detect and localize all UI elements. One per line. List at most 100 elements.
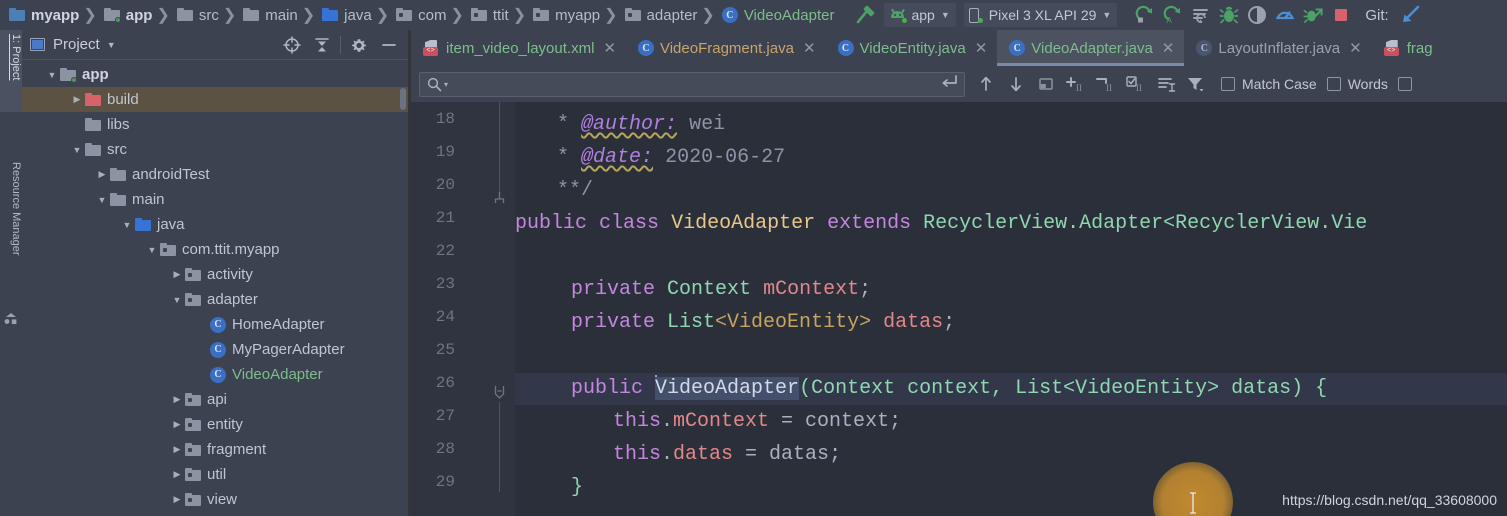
editor-tab-videoentity-java[interactable]: C VideoEntity.java ✕: [826, 30, 998, 66]
tool-window-project[interactable]: 1: Project: [0, 30, 22, 112]
fold-end-icon[interactable]: [494, 190, 505, 203]
find-next-button[interactable]: [1001, 69, 1031, 99]
breadcrumb-item-com[interactable]: com: [393, 3, 448, 27]
tree-item-mypageradapter[interactable]: C MyPagerAdapter: [22, 337, 408, 362]
tree-item-main[interactable]: ▼ main: [22, 187, 408, 212]
search-input[interactable]: ▾: [419, 71, 965, 97]
close-icon[interactable]: ✕: [975, 39, 988, 57]
breadcrumb-item-adapter[interactable]: adapter: [622, 3, 700, 27]
tree-item-activity[interactable]: ▶ activity: [22, 262, 408, 287]
collapse-all-icon[interactable]: [307, 31, 337, 59]
add-selection-icon[interactable]: II: [1061, 69, 1091, 99]
breadcrumb-item-myapp[interactable]: myapp: [530, 3, 602, 27]
breadcrumb-item-myapp[interactable]: myapp: [6, 3, 81, 27]
gear-icon[interactable]: [344, 31, 374, 59]
project-tree[interactable]: ▼ app ▶ build libs ▼ src ▶ androidTest ▼ main ▼ java…: [22, 60, 408, 512]
chevron-right-icon[interactable]: ▶: [69, 94, 85, 105]
tree-item-app[interactable]: ▼ app: [22, 62, 408, 87]
bug-icon[interactable]: [1215, 3, 1243, 27]
chevron-right-icon[interactable]: ▶: [169, 444, 185, 455]
search-history-chevron-icon[interactable]: ▾: [444, 80, 448, 89]
code-text[interactable]: */ * @author: wei * @date: 2020-06-27 **…: [515, 102, 1507, 516]
close-icon[interactable]: ✕: [1162, 39, 1175, 57]
chevron-right-icon[interactable]: ▶: [94, 169, 110, 180]
crosshair-icon[interactable]: [277, 31, 307, 59]
editor-tab-item-video-layout-xml[interactable]: <> item_video_layout.xml ✕: [411, 30, 626, 66]
tree-item-src[interactable]: ▼ src: [22, 137, 408, 162]
breadcrumb-item-src[interactable]: src: [174, 3, 221, 27]
fold-start-icon[interactable]: [494, 386, 505, 399]
chevron-down-icon[interactable]: ▼: [69, 145, 85, 155]
filter-lines-icon[interactable]: [1151, 69, 1181, 99]
editor-tab-videoadapter-java[interactable]: C VideoAdapter.java ✕: [997, 30, 1185, 66]
chevron-down-icon[interactable]: ▼: [94, 195, 110, 205]
tree-item-adapter[interactable]: ▼ adapter: [22, 287, 408, 312]
tree-item-java[interactable]: ▼ java: [22, 212, 408, 237]
chevron-down-icon[interactable]: ▼: [44, 70, 60, 80]
apply-changes-icon[interactable]: A: [1159, 3, 1187, 27]
tree-item-videoadapter[interactable]: C VideoAdapter: [22, 362, 408, 387]
tree-item-label: VideoAdapter: [232, 366, 323, 383]
chevron-down-icon[interactable]: ▼: [107, 40, 116, 50]
breadcrumb-item-app[interactable]: app: [101, 3, 155, 27]
device-selector[interactable]: Pixel 3 XL API 29 ▼: [963, 3, 1118, 27]
stop-icon[interactable]: [1327, 3, 1355, 27]
attach-debugger-icon[interactable]: [1299, 3, 1327, 27]
tree-item-util[interactable]: ▶ util: [22, 462, 408, 487]
chevron-right-icon[interactable]: ▶: [169, 269, 185, 280]
chevron-right-icon[interactable]: ▶: [169, 494, 185, 505]
coverage-icon[interactable]: [1243, 3, 1271, 27]
build-hammer-icon[interactable]: [850, 3, 880, 27]
remove-selection-icon[interactable]: II: [1091, 69, 1121, 99]
checkbox-option-2[interactable]: [1397, 77, 1419, 91]
chevron-down-icon[interactable]: ▼: [169, 295, 185, 305]
chevron-down-icon[interactable]: ▼: [144, 245, 160, 255]
close-icon[interactable]: ✕: [603, 39, 616, 57]
checkbox-box[interactable]: [1221, 77, 1235, 91]
run-icon[interactable]: [1131, 3, 1159, 27]
minimize-icon[interactable]: [374, 31, 404, 59]
profiler-icon[interactable]: [1271, 3, 1299, 27]
tool-window-resource-manager[interactable]: Resource Manager: [0, 158, 22, 298]
checkbox-box[interactable]: [1326, 77, 1341, 91]
run-configuration-selector[interactable]: app ▼: [884, 3, 956, 27]
close-icon[interactable]: ✕: [803, 39, 816, 57]
tree-item-label: src: [107, 141, 127, 158]
select-all-icon[interactable]: [1031, 69, 1061, 99]
chevron-down-icon[interactable]: ▼: [119, 220, 135, 230]
tree-item-fragment[interactable]: ▶ fragment: [22, 437, 408, 462]
tree-item-view[interactable]: ▶ view: [22, 487, 408, 512]
folder-icon: [243, 8, 260, 22]
breadcrumb-item-videoadapter[interactable]: C VideoAdapter: [719, 3, 837, 27]
breadcrumb-item-main[interactable]: main: [240, 3, 300, 27]
chevron-right-icon[interactable]: ▶: [169, 394, 185, 405]
apply-code-changes-icon[interactable]: [1187, 3, 1215, 27]
editor-tab-videofragment-java[interactable]: C VideoFragment.java ✕: [626, 30, 826, 66]
editor-gutter[interactable]: 18 19 20 21 22 23 24 25 26 27 28 29: [411, 102, 944, 516]
breadcrumb-item-ttit[interactable]: ttit: [468, 3, 511, 27]
line-number: 20: [435, 176, 455, 194]
select-all-matches-icon[interactable]: II: [1121, 69, 1151, 99]
tree-item-api[interactable]: ▶ api: [22, 387, 408, 412]
tree-item-com-ttit-myapp[interactable]: ▼ com.ttit.myapp: [22, 237, 408, 262]
return-icon[interactable]: [940, 74, 958, 95]
checkbox-words[interactable]: Words: [1326, 76, 1388, 92]
tree-item-entity[interactable]: ▶ entity: [22, 412, 408, 437]
find-previous-button[interactable]: [971, 69, 1001, 99]
code-editor[interactable]: 18 19 20 21 22 23 24 25 26 27 28 29 * @a…: [411, 102, 1507, 516]
editor-tab-frag[interactable]: <> frag: [1372, 30, 1443, 66]
project-tree-scrollbar[interactable]: [400, 88, 406, 110]
editor-tab-layoutinflater-java[interactable]: C LayoutInflater.java ✕: [1184, 30, 1371, 66]
tree-item-build[interactable]: ▶ build: [22, 87, 408, 112]
filter-icon[interactable]: [1181, 69, 1211, 99]
update-project-icon[interactable]: [1395, 3, 1425, 27]
close-icon[interactable]: ✕: [1349, 39, 1362, 57]
checkbox-box[interactable]: [1397, 77, 1412, 91]
checkbox-match-case[interactable]: Match Case: [1221, 76, 1317, 92]
tree-item-androidtest[interactable]: ▶ androidTest: [22, 162, 408, 187]
tree-item-homeadapter[interactable]: C HomeAdapter: [22, 312, 408, 337]
tree-item-libs[interactable]: libs: [22, 112, 408, 137]
chevron-right-icon[interactable]: ▶: [169, 469, 185, 480]
breadcrumb-item-java[interactable]: java: [319, 3, 374, 27]
chevron-right-icon[interactable]: ▶: [169, 419, 185, 430]
